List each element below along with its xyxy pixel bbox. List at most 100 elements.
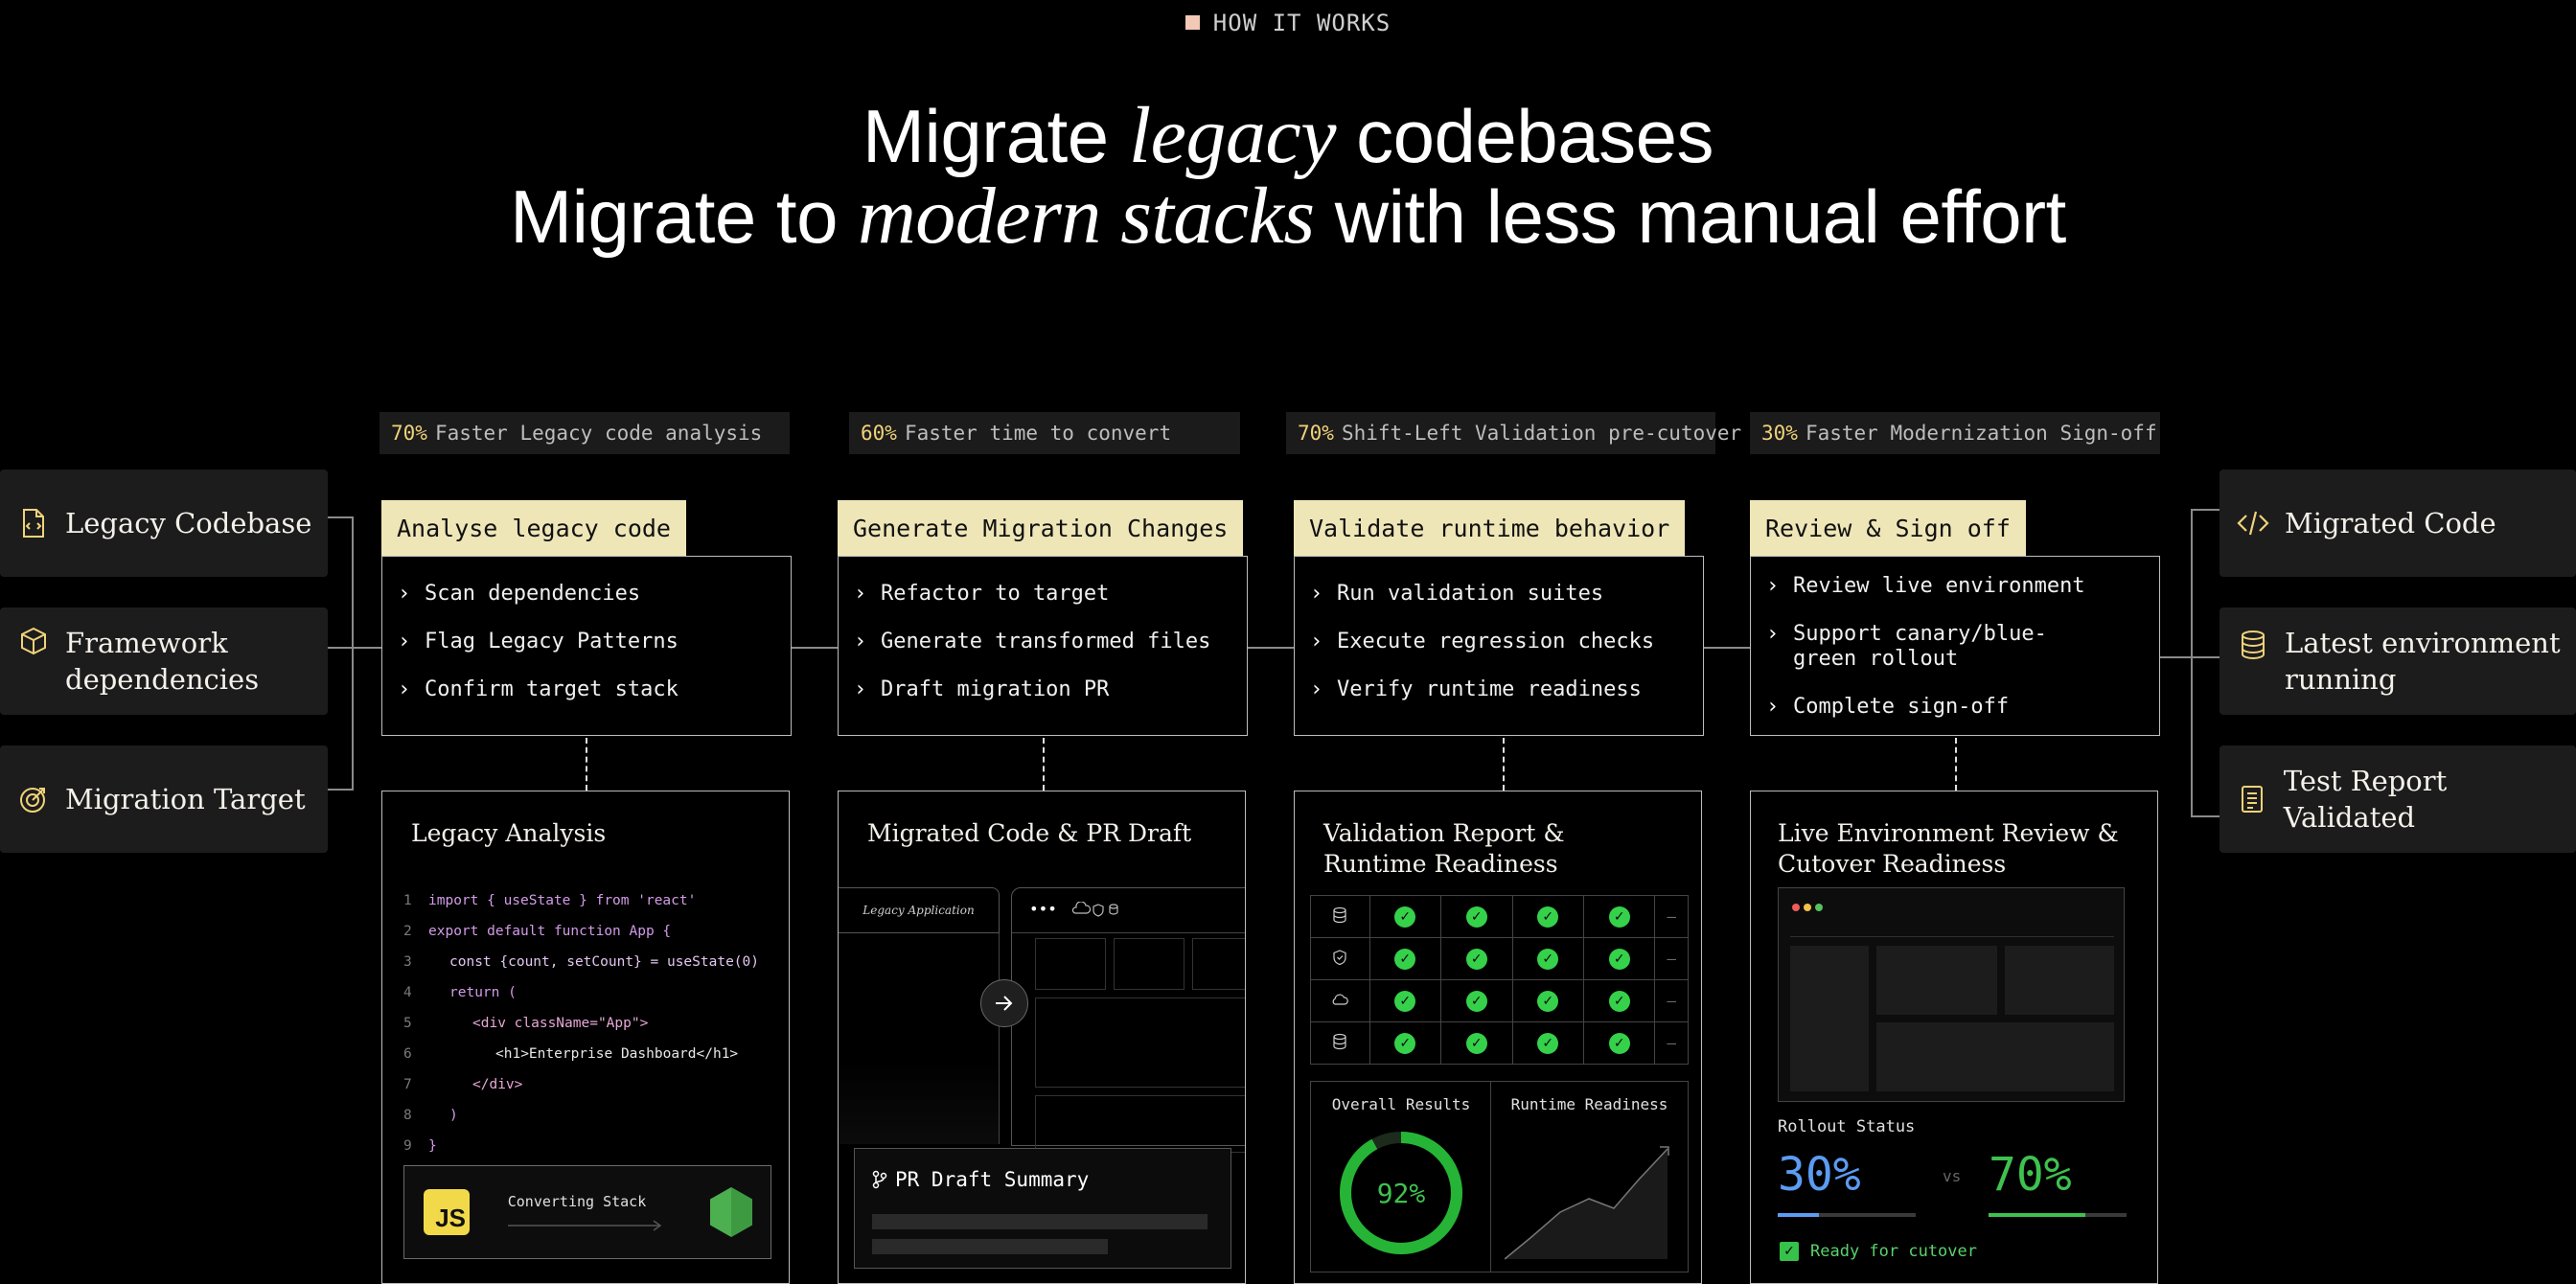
rollout-bar-right-fill [1989, 1213, 2085, 1217]
headline-line-2: Migrate to modern stacks with less manua… [0, 176, 2576, 258]
close-dot-icon[interactable] [1792, 904, 1800, 911]
javascript-logo-icon: JS [424, 1189, 470, 1235]
sidebar-block [1790, 946, 1869, 1091]
checkbox-checked-icon: ✓ [1780, 1242, 1799, 1261]
browser-window [1778, 887, 2125, 1102]
stat-text: Faster Modernization Sign-off [1805, 422, 2157, 445]
maximize-dot-icon[interactable] [1815, 904, 1823, 911]
output-card-test-report[interactable]: Test Report Validated [2220, 745, 2576, 853]
line-number: 3 [403, 954, 412, 970]
input-card-label: Migration Target [65, 783, 306, 815]
legacy-app-frame [839, 933, 1000, 1144]
stat-percent: 30% [1761, 422, 1798, 445]
connector-line [1248, 647, 1294, 649]
step-title: Validate runtime behavior [1309, 514, 1670, 542]
chevron-right-icon: › [1310, 630, 1323, 653]
pr-draft-header: PR Draft Summary [872, 1168, 1089, 1191]
arrow-right-circle-icon[interactable] [980, 979, 1028, 1027]
database-icon [1333, 1033, 1346, 1049]
panel-title: Validation Report & Runtime Readiness [1323, 818, 1565, 880]
step-tab-generate[interactable]: Generate Migration Changes [838, 500, 1244, 556]
cube-icon [17, 625, 50, 657]
code-text: ) [449, 1108, 458, 1123]
runtime-area-chart [1505, 1146, 1669, 1260]
headline-text: Migrate [862, 94, 1129, 178]
dash-glyph: — [1667, 907, 1677, 926]
step-item: › Refactor to target [854, 574, 1247, 622]
grid-row-icon [1310, 1021, 1370, 1065]
step-item-label: Execute regression checks [1337, 630, 1655, 653]
line-number: 5 [403, 1016, 412, 1031]
code-line: 5 <div className="App"> [403, 1008, 759, 1039]
panel-validation-report: Validation Report & Runtime Readiness ✓ ✓… [1294, 791, 1702, 1284]
step-item: › Support canary/blue-green rollout [1766, 614, 2159, 687]
chevron-right-icon: › [398, 677, 411, 701]
connector-line [2191, 815, 2220, 817]
dashed-connector [586, 738, 587, 791]
step-title: Review & Sign off [1765, 514, 2011, 542]
panel-title: Migrated Code & PR Draft [867, 819, 1192, 847]
check-cell: ✓ [1440, 895, 1513, 938]
ready-status: ✓ Ready for cutover [1780, 1242, 1977, 1261]
panel-title: Live Environment Review & Cutover Readine… [1778, 818, 2119, 880]
rollout-bar-left-fill [1778, 1213, 1820, 1217]
panel-live-environment: Live Environment Review & Cutover Readine… [1750, 791, 2158, 1284]
dash-glyph: — [1667, 950, 1677, 968]
check-cell: ✓ [1440, 1021, 1513, 1065]
output-card-label: Latest environment running [2285, 627, 2561, 696]
check-cell: ✓ [1582, 937, 1656, 980]
rollout-bar-right [1989, 1213, 2127, 1217]
connector-line [792, 647, 838, 649]
output-card-migrated-code[interactable]: Migrated Code [2220, 470, 2576, 577]
chevron-right-icon: › [854, 582, 867, 606]
converting-stack-label: Converting Stack [507, 1193, 647, 1210]
file-code-icon [17, 507, 50, 539]
step-item: › Complete sign-off [1766, 687, 2159, 735]
check-circle-icon: ✓ [1394, 906, 1416, 928]
dash-glyph: — [1667, 992, 1677, 1010]
step-item-label: Scan dependencies [425, 582, 641, 606]
output-card-latest-environment[interactable]: Latest environment running [2220, 608, 2576, 715]
input-card-legacy-codebase[interactable]: Legacy Codebase [0, 470, 328, 577]
pr-draft-title: PR Draft Summary [895, 1168, 1090, 1191]
step-tab-review[interactable]: Review & Sign off [1750, 500, 2026, 556]
chevron-right-icon: › [1766, 622, 1780, 646]
check-circle-icon: ✓ [1608, 906, 1630, 928]
pr-draft-summary-card[interactable]: PR Draft Summary [854, 1148, 1231, 1269]
step-item-label: Confirm target stack [425, 677, 678, 701]
panel-title-line: Live Environment Review & [1778, 819, 2119, 847]
ui-block [1035, 938, 1106, 990]
step-tab-analyse[interactable]: Analyse legacy code [381, 500, 686, 556]
overall-results: Overall Results 92% [1311, 1082, 1491, 1272]
code-line: 6 <h1>Enterprise Dashboard</h1> [403, 1039, 759, 1069]
empty-cell: — [1654, 1021, 1689, 1065]
input-card-framework-dependencies[interactable]: Framework dependencies [0, 608, 328, 715]
code-block: 1 import { useState } from 'react' 2 expor… [403, 885, 759, 1161]
check-circle-icon: ✓ [1608, 990, 1630, 1012]
code-line: 7 </div> [403, 1069, 759, 1100]
runtime-readiness: Runtime Readiness [1491, 1082, 1688, 1272]
more-icon[interactable]: ••• [1029, 900, 1057, 918]
ui-block [1035, 1095, 1245, 1153]
legacy-app-tab-label: Legacy Application [862, 904, 975, 917]
code-text: </div> [472, 1077, 523, 1092]
minimize-dot-icon[interactable] [1804, 904, 1811, 911]
step-title: Analyse legacy code [397, 514, 671, 542]
grid-row-icon [1310, 979, 1370, 1022]
step-tab-validate[interactable]: Validate runtime behavior [1294, 500, 1686, 556]
rollout-right-percent: 70% [1989, 1148, 2072, 1202]
step-item: › Review live environment [1766, 566, 2159, 614]
code-text: export default function App { [428, 924, 672, 939]
rollout-left-percent: 30% [1778, 1148, 1861, 1202]
panel-title-line: Cutover Readiness [1778, 850, 2007, 878]
step-item-label: Generate transformed files [881, 630, 1211, 653]
code-line: 4 return ( [403, 977, 759, 1008]
chevron-right-icon: › [398, 582, 411, 606]
database-icon [2237, 629, 2269, 661]
code-line: 3 const {count, setCount} = useState(0) [403, 947, 759, 977]
cloud-icon [1332, 994, 1349, 1005]
output-card-label: Migrated Code [2285, 507, 2496, 539]
input-card-migration-target[interactable]: Migration Target [0, 745, 328, 853]
legacy-app-tab[interactable]: Legacy Application [839, 887, 1000, 933]
check-circle-icon: ✓ [1394, 990, 1416, 1012]
